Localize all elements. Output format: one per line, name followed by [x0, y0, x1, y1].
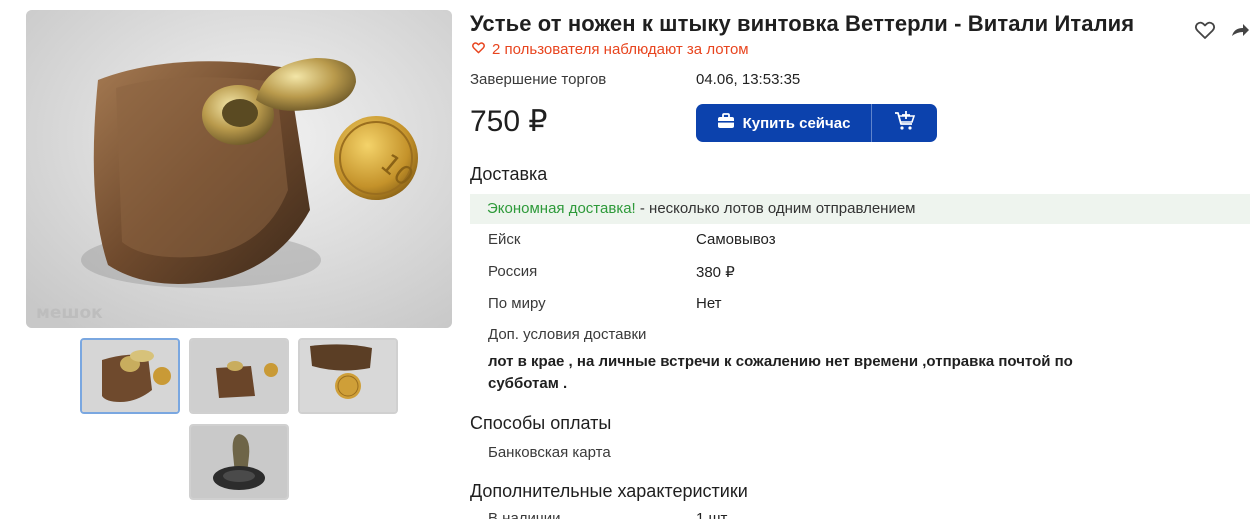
payment-method: Банковская карта [488, 444, 611, 461]
buy-now-label: Купить сейчас [742, 114, 851, 132]
delivery-row-label: По миру [488, 295, 546, 312]
economy-delivery-highlight: Экономная доставка! [487, 200, 636, 217]
share-icon[interactable] [1230, 18, 1250, 42]
delivery-heading: Доставка [470, 164, 548, 184]
main-photo-image: 10 мешок [26, 10, 452, 328]
delivery-row-label: Ейск [488, 231, 521, 248]
heart-icon[interactable] [1193, 18, 1217, 42]
delivery-extra-conditions-label: Доп. условия доставки [488, 326, 647, 343]
auction-end-value: 04.06, 13:53:35 [696, 71, 801, 88]
delivery-row-value: 380 ₽ [696, 264, 735, 281]
delivery-row-value: Самовывоз [696, 231, 776, 248]
add-to-cart-button[interactable] [872, 104, 937, 142]
payment-heading: Способы оплаты [470, 413, 612, 433]
thumbnail-4[interactable] [189, 424, 289, 500]
thumbnail-3[interactable] [298, 338, 398, 414]
watchers-info: 2 пользователя наблюдают за лотом [471, 40, 749, 58]
briefcase-icon [717, 113, 735, 133]
delivery-row-label: Россия [488, 263, 538, 280]
add-to-cart-icon [894, 110, 916, 136]
buy-button-group: Купить сейчас [696, 104, 937, 142]
characteristics-heading: Дополнительные характеристики [470, 481, 748, 501]
main-photo[interactable]: 10 мешок [26, 10, 452, 328]
watermark: мешок [36, 303, 103, 323]
heart-outline-icon [471, 40, 486, 58]
thumbnail-2[interactable] [189, 338, 289, 414]
thumbnail-1[interactable] [80, 338, 180, 414]
delivery-note: лот в крае , на личные встречи к сожален… [488, 353, 1073, 392]
economy-delivery-text: - несколько лотов одним отправлением [635, 200, 916, 217]
watchers-text: 2 пользователя наблюдают за лотом [492, 40, 749, 58]
lot-title: Устье от ножен к штыку винтовка Веттерли… [470, 11, 1135, 36]
buy-now-button[interactable]: Купить сейчас [696, 104, 871, 142]
price: 750 ₽ [470, 105, 548, 138]
economy-delivery-banner: Экономная доставка! - несколько лотов од… [470, 194, 1250, 224]
auction-end-label: Завершение торгов [470, 71, 607, 88]
delivery-row-value: Нет [696, 295, 722, 312]
characteristics-row-value: 1 шт [696, 510, 728, 519]
characteristics-row-label: В наличии [488, 510, 561, 519]
